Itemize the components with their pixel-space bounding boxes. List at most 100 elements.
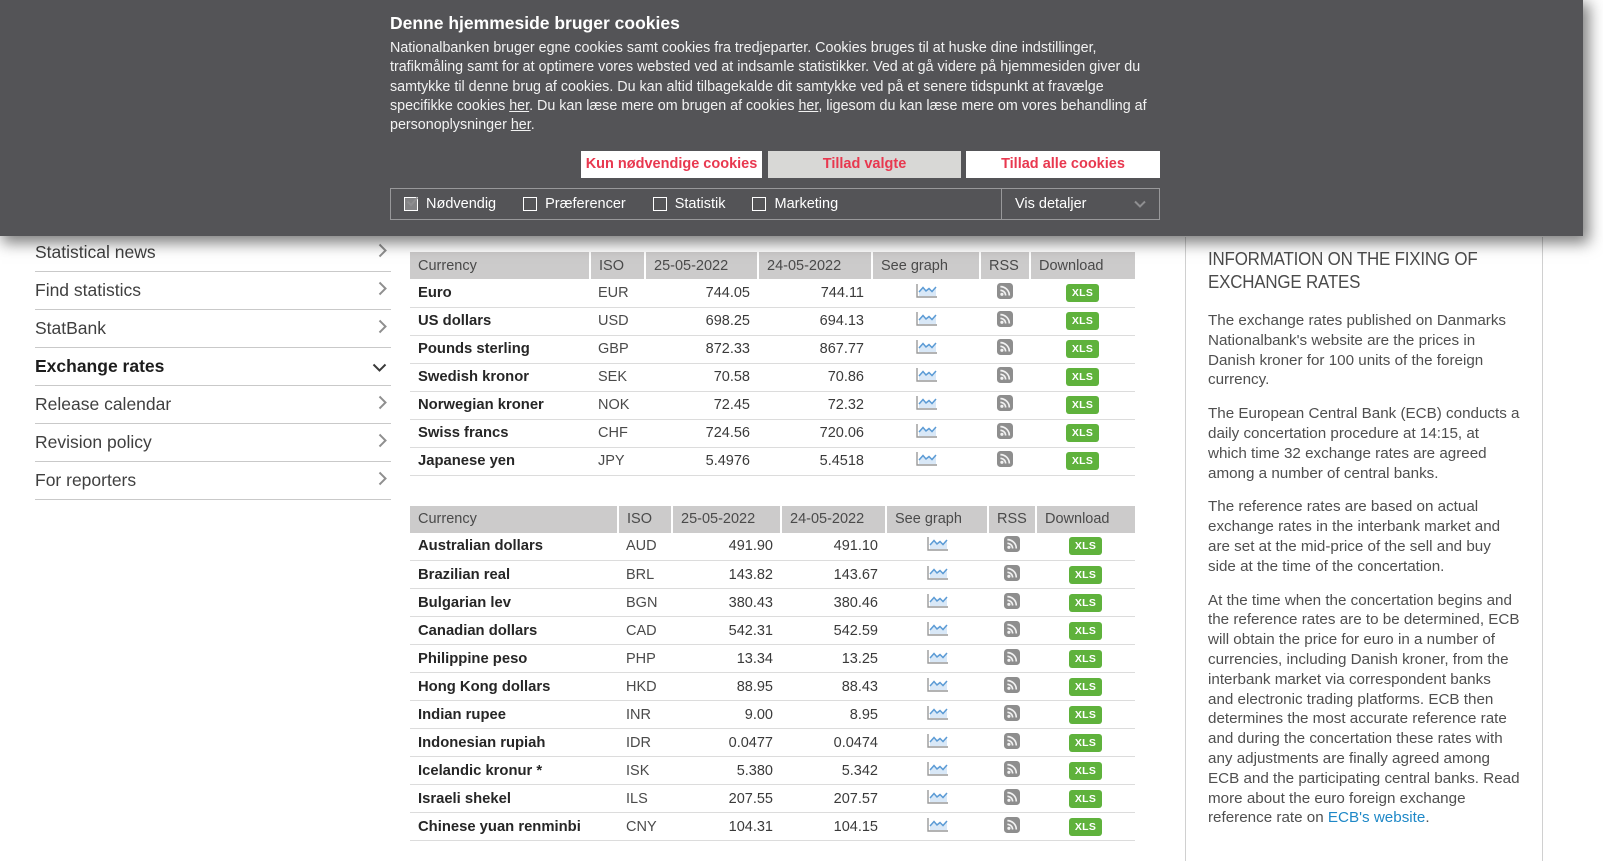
info-text: The European Central Bank (ECB) conducts… bbox=[1208, 405, 1520, 481]
sidebar-item-statistical-news[interactable]: Statistical news bbox=[35, 234, 391, 272]
iso-code: ILS bbox=[618, 785, 672, 813]
table-row: Swiss francsCHF724.56720.06XLS bbox=[410, 419, 1135, 447]
rate-24-05-2022: 0.0474 bbox=[781, 729, 886, 757]
see-graph-icon[interactable] bbox=[926, 761, 949, 777]
cookie-her-link[interactable]: her bbox=[509, 98, 529, 114]
allow-selected-button[interactable]: Tillad valgte bbox=[768, 151, 961, 178]
allow-all-cookies-button[interactable]: Tillad alle cookies bbox=[966, 151, 1160, 178]
see-graph-icon[interactable] bbox=[915, 283, 938, 299]
xls-download-badge[interactable]: XLS bbox=[1069, 706, 1102, 724]
xls-download-badge[interactable]: XLS bbox=[1069, 762, 1102, 780]
rss-icon[interactable] bbox=[997, 367, 1013, 383]
rss-icon[interactable] bbox=[997, 395, 1013, 411]
rss-icon[interactable] bbox=[1004, 789, 1020, 805]
rss-icon[interactable] bbox=[1004, 817, 1020, 833]
rate-25-05-2022: 88.95 bbox=[672, 673, 781, 701]
xls-download-badge[interactable]: XLS bbox=[1066, 424, 1099, 442]
rss-icon[interactable] bbox=[1004, 677, 1020, 693]
see-graph-icon[interactable] bbox=[915, 451, 938, 467]
see-graph-icon[interactable] bbox=[926, 817, 949, 833]
xls-download-badge[interactable]: XLS bbox=[1069, 734, 1102, 752]
xls-download-badge[interactable]: XLS bbox=[1069, 537, 1102, 555]
xls-download-badge[interactable]: XLS bbox=[1066, 452, 1099, 470]
see-graph-icon[interactable] bbox=[926, 649, 949, 665]
rss-icon[interactable] bbox=[997, 311, 1013, 327]
ecb-website-link[interactable]: ECB's website bbox=[1328, 809, 1425, 826]
currency-name: Hong Kong dollars bbox=[410, 673, 618, 701]
sidebar-item-release-calendar[interactable]: Release calendar bbox=[35, 386, 391, 424]
see-graph-icon[interactable] bbox=[915, 367, 938, 383]
rss-icon[interactable] bbox=[1004, 565, 1020, 581]
cookie-her-link[interactable]: her bbox=[511, 117, 531, 133]
rate-24-05-2022: 70.86 bbox=[758, 363, 872, 391]
currency-name: Pounds sterling bbox=[410, 335, 590, 363]
rate-25-05-2022: 13.34 bbox=[672, 645, 781, 673]
only-necessary-cookies-button[interactable]: Kun nødvendige cookies bbox=[581, 151, 762, 178]
xls-download-badge[interactable]: XLS bbox=[1066, 312, 1099, 330]
see-graph-icon[interactable] bbox=[915, 311, 938, 327]
xls-download-badge[interactable]: XLS bbox=[1069, 650, 1102, 668]
show-details-toggle[interactable]: Vis detaljer bbox=[1001, 189, 1159, 219]
see-graph-icon[interactable] bbox=[915, 395, 938, 411]
rate-24-05-2022: 207.57 bbox=[781, 785, 886, 813]
checkbox-box-icon bbox=[752, 197, 766, 211]
checkbox-statistik[interactable]: Statistik bbox=[653, 196, 726, 212]
see-graph-icon[interactable] bbox=[915, 423, 938, 439]
sidebar-item-label: StatBank bbox=[35, 318, 106, 339]
xls-download-badge[interactable]: XLS bbox=[1069, 818, 1102, 836]
see-graph-icon[interactable] bbox=[915, 339, 938, 355]
see-graph-icon[interactable] bbox=[926, 593, 949, 609]
rss-icon[interactable] bbox=[1004, 649, 1020, 665]
checkbox-box-icon bbox=[653, 197, 667, 211]
chevron-right-icon bbox=[378, 242, 387, 263]
see-graph-icon[interactable] bbox=[926, 677, 949, 693]
rate-25-05-2022: 5.380 bbox=[672, 757, 781, 785]
rss-icon[interactable] bbox=[1004, 761, 1020, 777]
xls-download-badge[interactable]: XLS bbox=[1066, 340, 1099, 358]
info-text: The exchange rates published on Danmarks… bbox=[1208, 312, 1506, 388]
xls-download-badge[interactable]: XLS bbox=[1069, 790, 1102, 808]
xls-download-badge[interactable]: XLS bbox=[1066, 396, 1099, 414]
cookie-preferences-bar: Nødvendig Præferencer Statistik Marketing V… bbox=[390, 188, 1160, 220]
currency-name: Brazilian real bbox=[410, 561, 618, 589]
checkbox-pr-ferencer[interactable]: Præferencer bbox=[523, 196, 626, 212]
table-row: Bulgarian levBGN380.43380.46XLS bbox=[410, 589, 1135, 617]
sidebar-item-for-reporters[interactable]: For reporters bbox=[35, 462, 391, 500]
sidebar-item-statbank[interactable]: StatBank bbox=[35, 310, 391, 348]
xls-download-badge[interactable]: XLS bbox=[1069, 594, 1102, 612]
see-graph-icon[interactable] bbox=[926, 621, 949, 637]
rss-icon[interactable] bbox=[1004, 733, 1020, 749]
checkbox-marketing[interactable]: Marketing bbox=[752, 196, 838, 212]
sidebar-item-label: For reporters bbox=[35, 470, 136, 491]
rss-icon[interactable] bbox=[1004, 593, 1020, 609]
rss-icon[interactable] bbox=[997, 451, 1013, 467]
rss-icon[interactable] bbox=[997, 339, 1013, 355]
sidebar-item-revision-policy[interactable]: Revision policy bbox=[35, 424, 391, 462]
rss-icon[interactable] bbox=[997, 423, 1013, 439]
xls-download-badge[interactable]: XLS bbox=[1069, 622, 1102, 640]
cookie-her-link[interactable]: her bbox=[798, 98, 818, 114]
info-paragraph: The European Central Bank (ECB) conducts… bbox=[1208, 404, 1520, 483]
rss-icon[interactable] bbox=[1004, 536, 1020, 552]
rss-icon[interactable] bbox=[1004, 621, 1020, 637]
sidebar-item-exchange-rates[interactable]: Exchange rates bbox=[35, 348, 391, 386]
see-graph-icon[interactable] bbox=[926, 536, 949, 552]
xls-download-badge[interactable]: XLS bbox=[1066, 368, 1099, 386]
checkbox-box-icon bbox=[404, 197, 418, 211]
checkbox-box-icon bbox=[523, 197, 537, 211]
xls-download-badge[interactable]: XLS bbox=[1069, 566, 1102, 584]
sidebar-item-find-statistics[interactable]: Find statistics bbox=[35, 272, 391, 310]
see-graph-icon[interactable] bbox=[926, 565, 949, 581]
see-graph-icon[interactable] bbox=[926, 733, 949, 749]
chevron-down-icon bbox=[1134, 196, 1146, 212]
checkbox-label: Præferencer bbox=[545, 196, 626, 212]
rss-icon[interactable] bbox=[1004, 705, 1020, 721]
rate-24-05-2022: 143.67 bbox=[781, 561, 886, 589]
rss-icon[interactable] bbox=[997, 283, 1013, 299]
checkbox-n-dvendig[interactable]: Nødvendig bbox=[404, 196, 496, 212]
sidebar-item-label: Statistical news bbox=[35, 242, 156, 263]
see-graph-icon[interactable] bbox=[926, 789, 949, 805]
xls-download-badge[interactable]: XLS bbox=[1066, 284, 1099, 302]
xls-download-badge[interactable]: XLS bbox=[1069, 678, 1102, 696]
see-graph-icon[interactable] bbox=[926, 705, 949, 721]
